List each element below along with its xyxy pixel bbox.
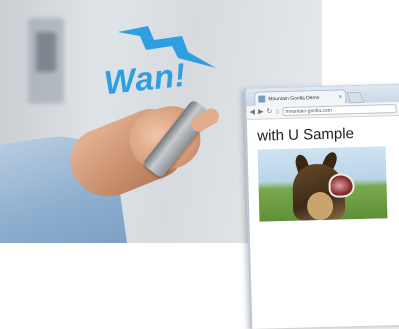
tab-title: Mountain Gorilla Demo xyxy=(268,94,320,102)
page-content: with U Sample xyxy=(247,116,399,228)
reload-icon[interactable]: ↻ xyxy=(266,108,272,115)
forward-icon[interactable]: ▶ xyxy=(258,109,264,116)
back-icon[interactable]: ◀ xyxy=(250,109,256,116)
favicon-icon xyxy=(258,95,266,103)
dog-image xyxy=(257,146,388,222)
wan-caption: Wan! xyxy=(102,55,188,102)
dog-mouth xyxy=(328,173,355,198)
close-icon[interactable]: × xyxy=(339,94,343,100)
address-bar[interactable]: mountain-gorilla.com xyxy=(282,104,397,116)
new-tab-button[interactable] xyxy=(346,91,365,104)
browser-window: Mountain Gorilla Demo × ◀ ▶ ↻ ⌂ mountain… xyxy=(244,83,399,329)
browser-tab[interactable]: Mountain Gorilla Demo × xyxy=(254,89,347,106)
background-door-window xyxy=(36,32,56,72)
address-text: mountain-gorilla.com xyxy=(285,107,333,115)
home-icon[interactable]: ⌂ xyxy=(275,108,279,115)
page-heading: with U Sample xyxy=(257,125,355,145)
